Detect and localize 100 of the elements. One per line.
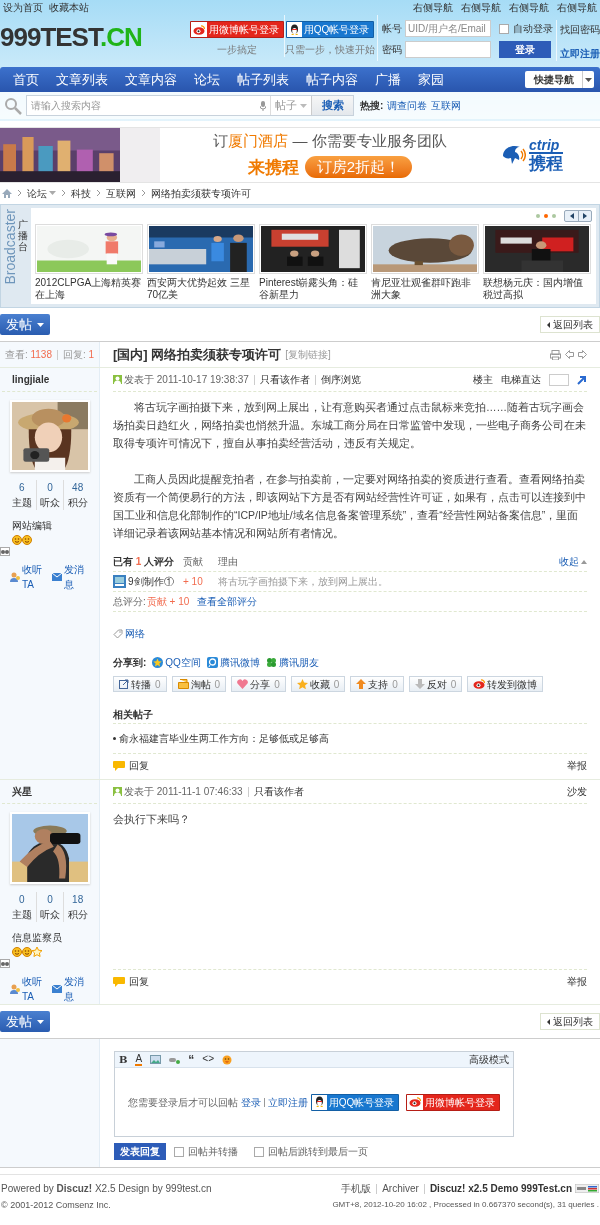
reply-link[interactable]: 回复: [129, 974, 149, 989]
report-link[interactable]: 举报: [567, 758, 587, 773]
post-button[interactable]: 发帖: [0, 1011, 50, 1032]
login-button[interactable]: 用微博帐号登录: [190, 21, 284, 38]
breadcrumb-link[interactable]: 论坛: [27, 185, 47, 201]
nav-item[interactable]: 首页: [13, 69, 39, 90]
stat-value[interactable]: 0: [19, 892, 25, 907]
news-caption[interactable]: Pinterest崭露头角：硅谷新星力: [259, 277, 367, 301]
author-name[interactable]: 兴星: [12, 784, 32, 799]
checkbox[interactable]: [499, 23, 509, 34]
stat-label: 听众: [40, 908, 60, 922]
view-all-link[interactable]: 查看全部评分: [197, 594, 258, 609]
action-button[interactable]: 分享 0: [231, 676, 286, 692]
nav-item[interactable]: 帖子列表: [237, 69, 289, 90]
tag-link[interactable]: 网络: [113, 626, 145, 641]
post-button[interactable]: 发帖: [0, 314, 50, 335]
rater-name[interactable]: 9剑制作①: [128, 574, 174, 589]
account-field[interactable]: UID/用户名/Email: [405, 20, 491, 37]
breadcrumb-link[interactable]: 互联网: [106, 185, 136, 201]
nav-link[interactable]: 右侧导航: [413, 0, 453, 15]
action-button[interactable]: 淘帖 0: [171, 676, 227, 692]
nav-link[interactable]: 右侧导航: [509, 0, 549, 15]
link-icon: [169, 1055, 181, 1064]
floor-field[interactable]: [549, 373, 569, 386]
nav-item[interactable]: 文章列表: [56, 69, 108, 90]
quick-nav-button[interactable]: 快捷导航: [525, 71, 594, 88]
ad-banner[interactable]: 订厦门酒店 — 你需要专业服务团队 来携程 订房2折起！ ctrip 携程: [0, 127, 600, 183]
login-button[interactable]: 用微博帐号登录: [406, 1093, 501, 1111]
mode-link[interactable]: 高级模式: [469, 1052, 509, 1067]
checkbox[interactable]: [254, 1146, 264, 1157]
news-caption[interactable]: 联想杨元庆：国内增值税过高拟: [483, 277, 591, 301]
nav-item[interactable]: 广播: [375, 69, 401, 90]
checkbox[interactable]: [174, 1146, 184, 1157]
smiley-icon: [12, 535, 22, 545]
password-field[interactable]: [405, 41, 491, 58]
reply-editor[interactable]: B A “ <> 高级模式 您需要登录后才可以回帖 登录 立即注册 用QQ帐号登录 用微博帐号登录: [114, 1051, 514, 1137]
post-link[interactable]: 倒序浏览: [320, 372, 361, 387]
nav-item[interactable]: 家园: [418, 69, 444, 90]
collapse-link[interactable]: 收起: [559, 554, 587, 569]
action-button[interactable]: 收藏 0: [290, 676, 346, 692]
login-button[interactable]: 登录: [499, 41, 551, 58]
report-link[interactable]: 举报: [567, 974, 587, 989]
action-button[interactable]: 反对 0: [408, 676, 463, 692]
top-link[interactable]: 收藏本站: [49, 0, 89, 15]
search-button[interactable]: 搜索: [311, 96, 353, 115]
penguin-icon: [313, 1096, 325, 1108]
footer-link[interactable]: Archiver: [382, 1181, 419, 1196]
nav-item[interactable]: 帖子内容: [306, 69, 358, 90]
post-link[interactable]: 只看该作者: [259, 372, 310, 387]
breadcrumb-link[interactable]: 科技: [71, 185, 91, 201]
heart-icon: [237, 679, 249, 689]
stat-value[interactable]: 18: [72, 892, 84, 907]
stat-value[interactable]: 48: [72, 480, 84, 495]
nav-link[interactable]: 右侧导航: [557, 0, 597, 15]
stat-value[interactable]: 6: [19, 480, 25, 495]
nav-item[interactable]: 论坛: [194, 69, 220, 90]
nav-item[interactable]: 文章内容: [125, 69, 177, 90]
related-link[interactable]: 俞永福建言毕业生两工作方向：足够低或足够高: [119, 731, 329, 746]
login-button[interactable]: 用QQ帐号登录: [285, 21, 375, 38]
share-link[interactable]: 腾讯朋友: [265, 655, 319, 670]
stat-value[interactable]: 0: [47, 480, 53, 495]
news-caption[interactable]: 肯尼亚壮观雀群吓跑非洲大象: [371, 277, 479, 301]
thread-title: [国内] 网络拍卖须获专项许可: [113, 345, 282, 364]
action-button[interactable]: 转播 0: [113, 676, 167, 692]
post-link[interactable]: 只看该作者: [253, 784, 304, 799]
stat-value[interactable]: 0: [47, 892, 53, 907]
login-link[interactable]: 登录: [240, 1094, 261, 1110]
share-link[interactable]: 腾讯微博: [206, 655, 260, 670]
message-link[interactable]: 发消息: [52, 562, 89, 592]
author-name[interactable]: lingjiale: [12, 372, 50, 387]
footer-link[interactable]: 手机版: [341, 1181, 372, 1196]
message-link[interactable]: 发消息: [52, 974, 89, 1004]
search-field[interactable]: 请输入搜索内容 帖子 搜索: [26, 95, 354, 116]
account-link[interactable]: 立即注册: [560, 46, 600, 61]
code-tool[interactable]: <>: [202, 1052, 215, 1067]
submit-button[interactable]: 发表回复: [114, 1143, 166, 1160]
site-logo[interactable]: 999TEST.CN: [0, 24, 190, 50]
news-caption[interactable]: 2012CLPGA上海精英赛在上海: [35, 277, 143, 301]
mail-icon: [52, 573, 63, 581]
share-link[interactable]: QQ空间: [152, 655, 201, 670]
hot-link[interactable]: 互联网: [431, 98, 462, 113]
top-link[interactable]: 设为首页: [3, 0, 43, 15]
back-button[interactable]: 返回列表: [540, 316, 600, 333]
action-button[interactable]: 支持 0: [350, 676, 404, 692]
text-color-tool[interactable]: A: [135, 1053, 143, 1066]
account-link[interactable]: 找回密码: [560, 22, 600, 37]
follow-link[interactable]: 收听TA: [10, 974, 49, 1004]
back-button[interactable]: 返回列表: [540, 1013, 600, 1030]
action-button[interactable]: 转发到微博: [467, 676, 544, 692]
reply-link[interactable]: 回复: [129, 758, 149, 773]
news-caption[interactable]: 西安两大优势起效 三星70亿美: [147, 277, 255, 301]
triangle-left-icon: [547, 1018, 550, 1025]
login-button[interactable]: 用QQ帐号登录: [310, 1093, 400, 1111]
register-link[interactable]: 立即注册: [267, 1094, 308, 1110]
quote-tool[interactable]: “: [188, 1054, 195, 1065]
hot-link[interactable]: 调查问卷: [387, 98, 428, 113]
nav-link[interactable]: 右侧导航: [461, 0, 501, 15]
breadcrumb-link[interactable]: 网络拍卖须获专项许可: [151, 185, 251, 201]
bold-tool[interactable]: B: [119, 1052, 128, 1067]
follow-link[interactable]: 收听TA: [10, 562, 49, 592]
